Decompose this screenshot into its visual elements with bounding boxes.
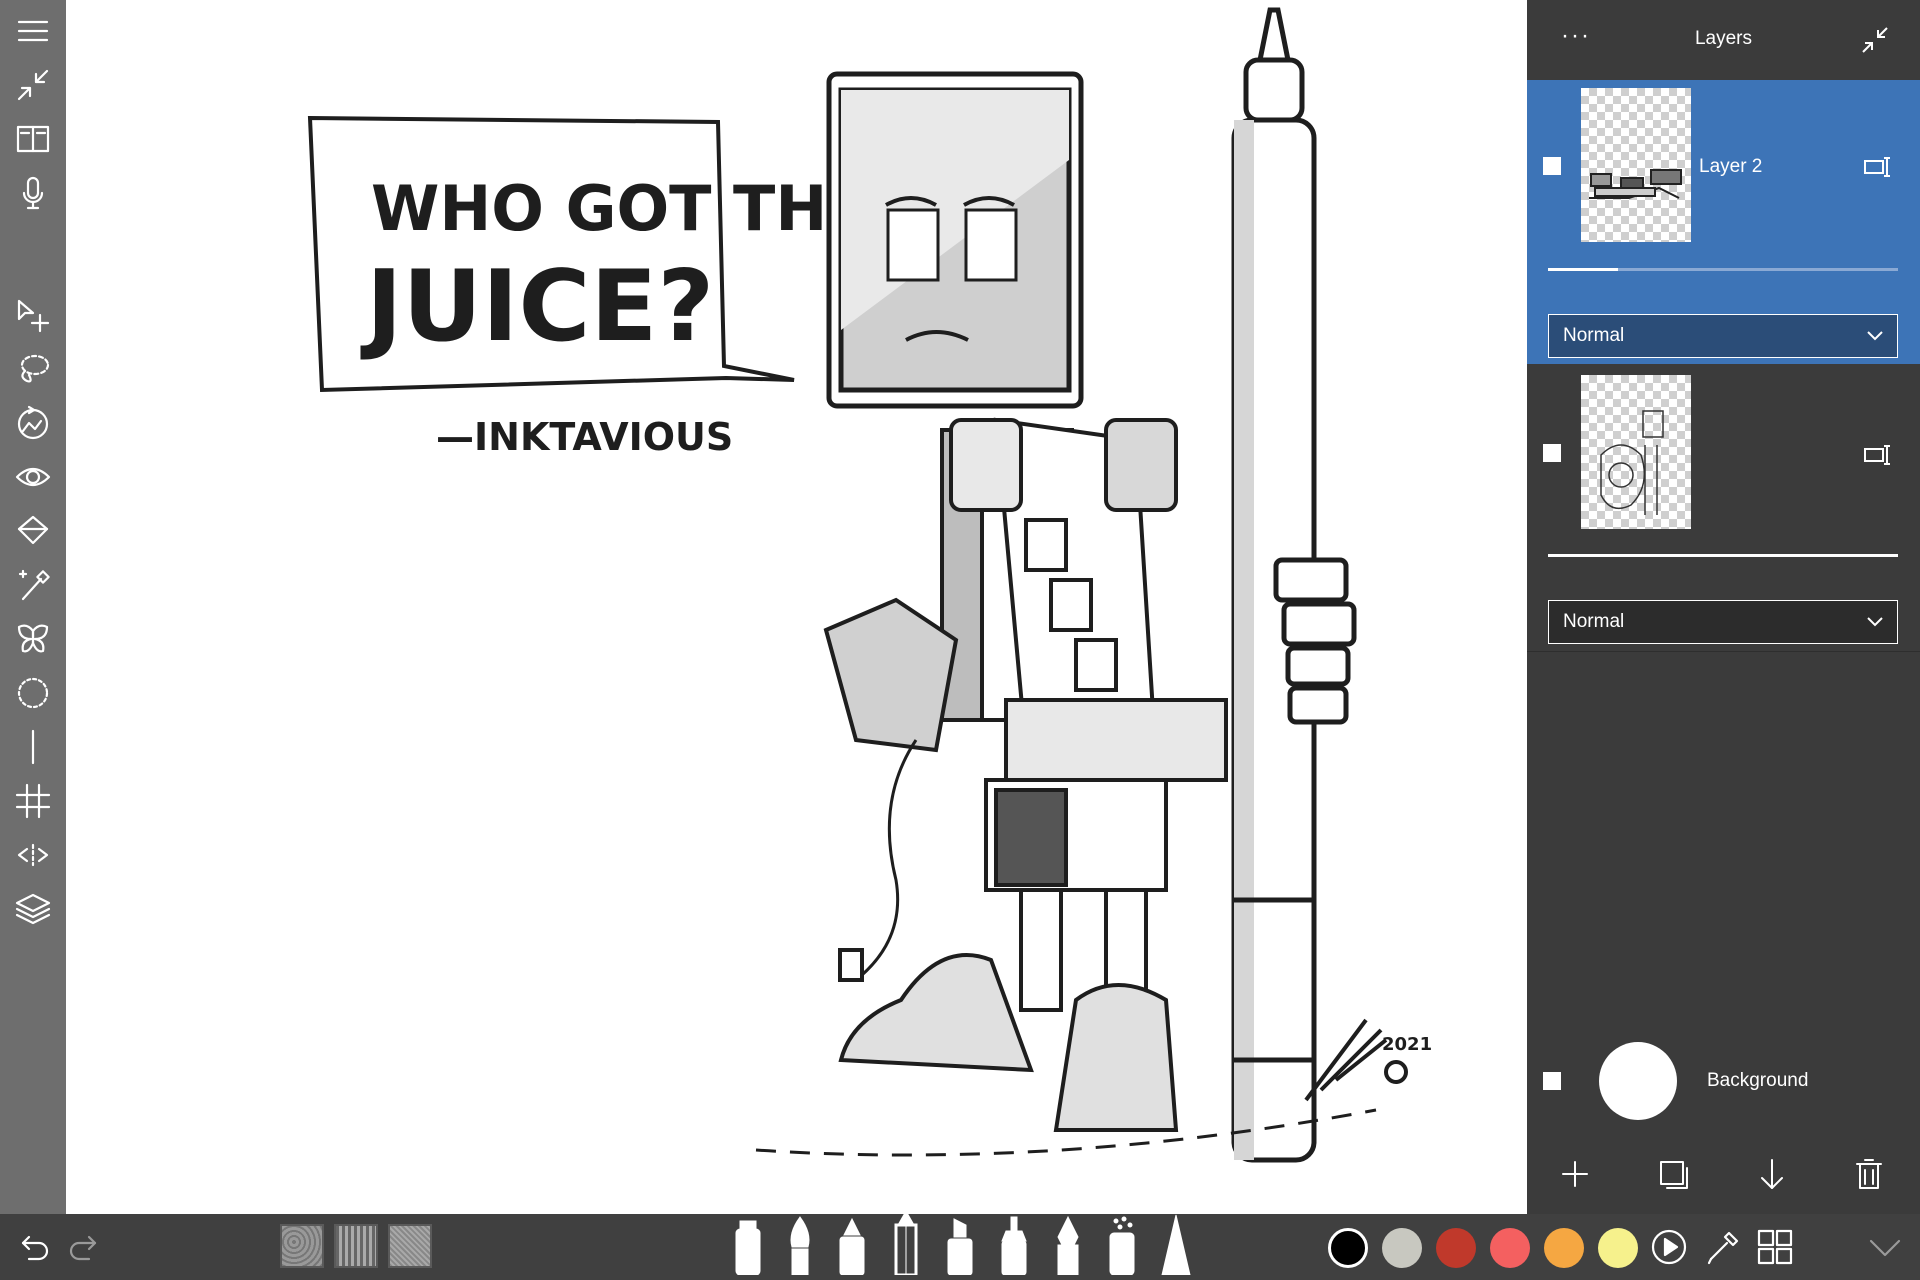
color-swatch-orange[interactable] [1544,1228,1584,1268]
color-swatch-yellow[interactable] [1598,1228,1638,1268]
paper-texture-swatch[interactable] [388,1224,432,1268]
artist-mark [1304,1018,1408,1102]
paper-texture-swatch[interactable] [280,1224,324,1268]
round-brush-icon[interactable] [780,1215,820,1280]
layers-panel: ··· Layers Layer 2 Normal Normal Backgro… [1527,0,1920,1214]
delete-layer-icon[interactable] [1849,1154,1889,1194]
chisel-marker-icon[interactable] [940,1215,980,1280]
chevron-down-icon [1865,325,1885,345]
left-toolbar [0,0,66,1214]
grid-icon[interactable] [8,778,58,824]
layers-icon[interactable] [8,886,58,932]
layer-thumbnail [1581,375,1691,529]
play-icon[interactable] [1646,1224,1692,1270]
robot-body [823,417,1228,1132]
layer-visibility-checkbox[interactable] [1543,444,1561,462]
color-swatch-black[interactable] [1328,1228,1368,1268]
add-layer-icon[interactable] [1555,1154,1595,1194]
collapse-panel-icon[interactable] [1857,22,1893,58]
color-swatch-red[interactable] [1436,1228,1476,1268]
layers-header: ··· Layers [1527,0,1920,80]
rotate-canvas-icon[interactable] [8,400,58,446]
layer-row[interactable]: Layer 2 Normal [1527,80,1920,364]
line-icon[interactable] [8,724,58,770]
layer-visibility-checkbox[interactable] [1543,157,1561,175]
layer-opacity-fill [1548,554,1898,557]
color-swatch-coral[interactable] [1490,1228,1530,1268]
microphone-icon[interactable] [8,170,58,216]
stylus-pen [1231,7,1357,1163]
layer-opacity-fill [1548,268,1618,271]
chevron-down-icon [1865,611,1885,631]
fill-bucket-icon[interactable] [8,508,58,554]
layer-opacity-slider[interactable] [1548,268,1898,271]
blend-mode-dropdown[interactable]: Normal [1548,600,1898,644]
drawing-canvas[interactable]: WHO GOT THE JUICE? —INKTAVIOUS 2021 [66,0,1527,1214]
flip-icon[interactable] [8,832,58,878]
circle-select-icon[interactable] [8,670,58,716]
eyedropper-icon[interactable] [1700,1224,1746,1270]
signature-text: —INKTAVIOUS [436,415,733,459]
layer-thumbnail [1581,88,1691,242]
reference-book-icon[interactable] [8,116,58,162]
blend-mode-dropdown[interactable]: Normal [1548,314,1898,358]
undo-icon[interactable] [10,1224,56,1270]
spray-icon[interactable] [1102,1215,1142,1280]
fit-screen-icon[interactable] [8,62,58,108]
speech-line-2: JUICE? [360,250,714,364]
background-color-swatch[interactable] [1599,1042,1677,1120]
layer-opacity-slider[interactable] [1548,554,1898,557]
cone-brush-icon[interactable] [1156,1213,1196,1280]
artwork: WHO GOT THE JUICE? —INKTAVIOUS 2021 [307,7,1432,1163]
color-palette-grid-icon[interactable] [1752,1224,1798,1270]
fountain-pen-icon[interactable] [1048,1215,1088,1280]
background-visibility-checkbox[interactable] [1543,1072,1561,1090]
transform-icon[interactable] [8,292,58,338]
merge-down-icon[interactable] [1752,1154,1792,1194]
layer-options-icon[interactable] [1863,156,1893,178]
background-layer-row[interactable]: Background [1527,1030,1920,1130]
pencil-icon[interactable] [886,1209,926,1280]
robot-head [826,71,1084,409]
bottom-toolbar [0,1209,1920,1280]
artist-mark-year: 2021 [1382,1034,1432,1055]
redo-icon[interactable] [62,1224,108,1270]
lasso-select-icon[interactable] [8,346,58,392]
layer-actions [1527,1148,1920,1204]
blend-mode-value: Normal [1563,611,1625,632]
marker-icon[interactable] [728,1219,768,1280]
symmetry-butterfly-icon[interactable] [8,616,58,662]
duplicate-layer-icon[interactable] [1653,1154,1693,1194]
background-label: Background [1707,1070,1809,1091]
magic-wand-icon[interactable] [8,562,58,608]
paper-texture-swatch[interactable] [334,1224,378,1268]
menu-icon[interactable] [8,8,58,54]
speech-line-1: WHO GOT THE [371,172,870,245]
collapse-toolbar-chevron-icon[interactable] [1862,1224,1908,1270]
layer-row[interactable]: Normal [1527,364,1920,652]
app-window: WHO GOT THE JUICE? —INKTAVIOUS 2021 ··· … [0,0,1920,1280]
fine-marker-icon[interactable] [994,1215,1034,1280]
ink-brush-icon[interactable] [832,1215,872,1280]
layer-options-icon[interactable] [1863,444,1893,466]
color-swatch-gray[interactable] [1382,1228,1422,1268]
blend-mode-value: Normal [1563,325,1625,346]
visibility-eye-icon[interactable] [8,454,58,500]
layer-name[interactable]: Layer 2 [1699,156,1762,178]
